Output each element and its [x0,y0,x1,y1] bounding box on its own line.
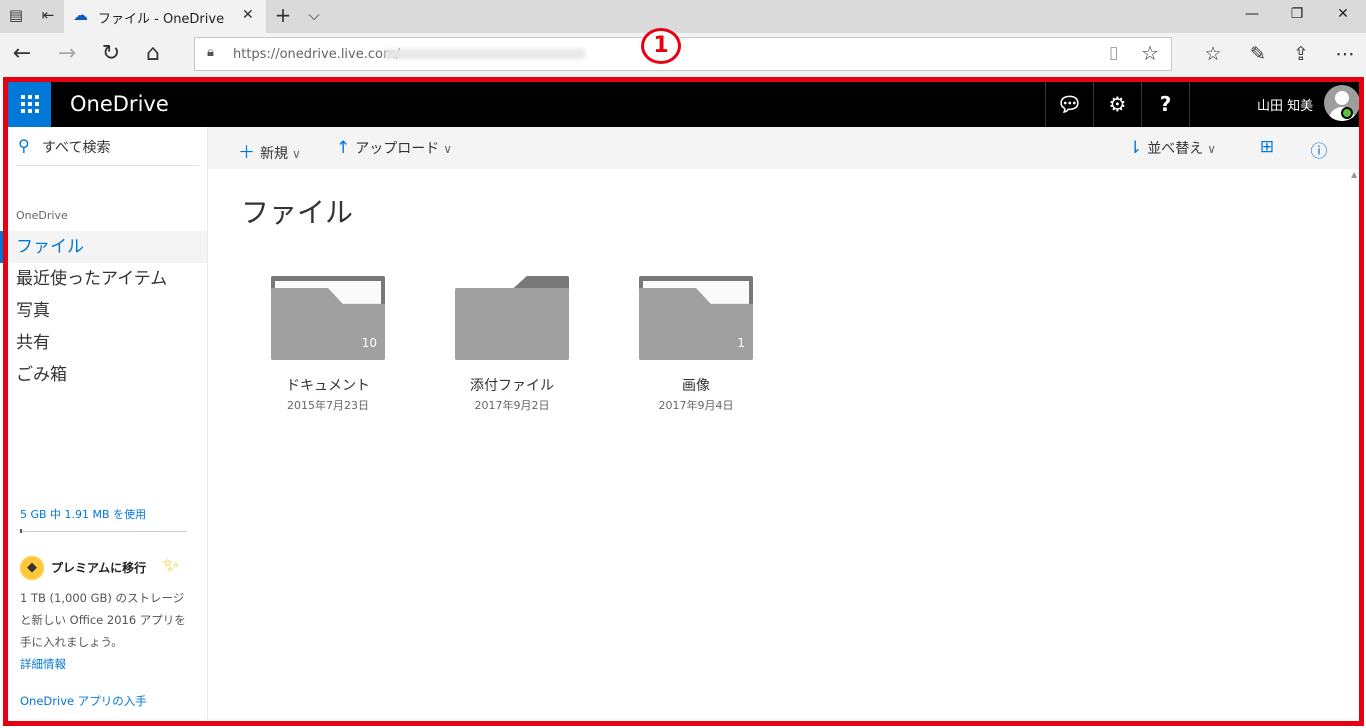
plus-icon: ＋ [238,143,255,163]
active-indicator [0,231,3,263]
folder-icon [455,276,569,360]
browser-toolbar: ← → ↻ ⌂ 🔒︎ https://onedrive.live.com/ ▯ … [0,33,1366,77]
home-icon[interactable]: ⌂ [138,42,168,66]
reading-view-icon[interactable]: ▯ [1109,43,1118,63]
brand-title: OneDrive [70,92,169,116]
callout-number-badge: 1 [641,28,681,64]
premium-title[interactable]: プレミアムに移行 [51,559,146,576]
storage-quota-fill [20,529,22,533]
search-placeholder: すべて検索 [42,140,111,156]
nav-section-heading: OneDrive [16,209,68,222]
sidebar-item-label: 共有 [16,333,50,353]
sidebar-item-label: ファイル [16,237,84,257]
search-icon: ⚲ [18,136,30,155]
search-box[interactable]: ⚲ すべて検索 [16,136,199,166]
chevron-down-icon: ∨ [292,147,301,161]
address-bar[interactable]: 🔒︎ https://onedrive.live.com/ ▯ ☆ [194,37,1172,71]
window-close-icon[interactable]: ✕ [1333,6,1353,22]
onedrive-cloud-icon: ☁ [73,6,88,24]
share-icon[interactable]: ⇪ [1286,42,1316,66]
folder-item-count: 10 [361,336,377,350]
scrollbar[interactable] [1351,169,1359,721]
more-info-link[interactable]: 詳細情報 [20,656,66,672]
chat-icon: 💬︎ [1056,92,1083,116]
premium-description: 1 TB (1,000 GB) のストレージと新しい Office 2016 ア… [20,591,186,649]
upload-button[interactable]: ↑ アップロード ∨ [336,138,452,158]
redacted-url-path [385,49,585,59]
folder-tile[interactable]: 1 画像 2017年9月4日 [609,276,769,416]
favorites-hub-icon[interactable]: ☆ [1198,42,1228,66]
diamond-icon: ◆ [20,556,44,580]
favorite-star-icon[interactable]: ☆ [1141,41,1159,65]
command-bar: ＋新規 ∨ ↑ アップロード ∨ ⇂ 並べ替え ∨ ⊞ ⓘ [208,127,1359,169]
help-button[interactable]: ? [1141,82,1189,127]
view-tiles-icon[interactable]: ⊞ [1256,137,1278,157]
folder-date: 2017年9月2日 [474,399,550,412]
folder-date: 2017年9月4日 [658,399,734,412]
new-button[interactable]: ＋ 新規 ∨ [238,138,301,163]
folder-tile[interactable]: 10 ドキュメント 2015年7月23日 [241,276,401,416]
more-icon[interactable]: ⋯ [1330,42,1360,66]
sidebar-item-label: 写真 [16,301,50,321]
minimize-icon[interactable]: — [1242,6,1262,22]
folder-name: 添付ファイル [470,378,554,394]
user-name[interactable]: 山田 知美 [1257,95,1313,114]
upload-label: アップロード [355,141,440,157]
sidebar-item-shared[interactable]: 共有 [8,327,207,359]
storage-quota-bar [20,531,187,532]
page-title: ファイル [241,196,354,229]
back-icon[interactable]: ← [7,42,37,66]
chevron-down-icon: ∨ [1207,142,1217,156]
sidebar-item-label: 最近使ったアイテム [16,269,168,289]
browser-tab-strip: ▤ ⇤ ☁ ファイル - OneDrive ✕ + ⌵ — ❐ ✕ [0,0,1366,33]
tab-title: ファイル - OneDrive [98,12,225,27]
get-app-link[interactable]: OneDrive アプリの入手 [20,693,147,709]
onedrive-header: OneDrive 💬︎ ⚙ ? 山田 知美 [8,82,1360,127]
folder-icon: 1 [639,276,753,360]
chevron-down-icon: ∨ [443,142,453,156]
sort-button[interactable]: ⇂ 並べ替え ∨ [1128,138,1216,158]
sidebar-item-recent[interactable]: 最近使ったアイテム [8,263,207,295]
browser-tab[interactable]: ☁ ファイル - OneDrive ✕ [64,0,266,33]
presence-icon [1341,107,1353,119]
info-icon[interactable]: ⓘ [1308,137,1330,162]
tab-actions-icon[interactable]: ▤ [6,6,26,24]
folder-name: 画像 [682,378,710,394]
sidebar-item-recycle-bin[interactable]: ごみ箱 [8,359,207,391]
left-nav-pane: ⚲ すべて検索 OneDrive ファイル 最近使ったアイテム 写真 共有 ごみ… [0,127,208,721]
close-tab-icon[interactable]: ✕ [242,7,254,23]
address-url: https://onedrive.live.com/ [233,47,401,62]
restore-icon[interactable]: ❐ [1287,6,1307,22]
header-divider [1189,82,1190,127]
folder-tile[interactable]: 添付ファイル 2017年9月2日 [425,276,585,416]
new-label: 新規 [260,146,288,162]
sort-label: 並べ替え [1147,141,1204,157]
sidebar-item-files[interactable]: ファイル [0,231,207,263]
help-icon: ? [1159,92,1172,116]
folder-icon: 10 [271,276,385,360]
scroll-up-icon[interactable]: ▲ [1351,170,1357,179]
app-launcher-button[interactable] [8,82,51,127]
sidebar-item-photos[interactable]: 写真 [8,295,207,327]
refresh-icon[interactable]: ↻ [96,42,126,66]
folder-name: ドキュメント [286,378,370,394]
tab-preview-chevron-icon[interactable]: ⌵ [304,6,324,24]
lock-icon: 🔒︎ [207,45,214,60]
set-aside-tabs-icon[interactable]: ⇤ [38,6,58,24]
sort-icon: ⇂ [1128,138,1143,158]
folder-item-count: 1 [737,336,745,350]
folder-date: 2015年7月23日 [287,399,369,412]
feedback-button[interactable]: 💬︎ [1045,82,1093,127]
settings-button[interactable]: ⚙ [1093,82,1141,127]
storage-quota-link[interactable]: 5 GB 中 1.91 MB を使用 [20,506,146,522]
forward-icon[interactable]: → [52,42,82,66]
gear-icon: ⚙ [1108,92,1127,116]
upload-arrow-icon: ↑ [336,138,351,158]
waffle-icon [21,95,39,113]
sparkle-icon: ✨︎ [163,553,180,577]
sidebar-item-label: ごみ箱 [16,365,67,385]
web-note-icon[interactable]: ✎ [1243,42,1273,66]
new-tab-icon[interactable]: + [273,3,293,27]
